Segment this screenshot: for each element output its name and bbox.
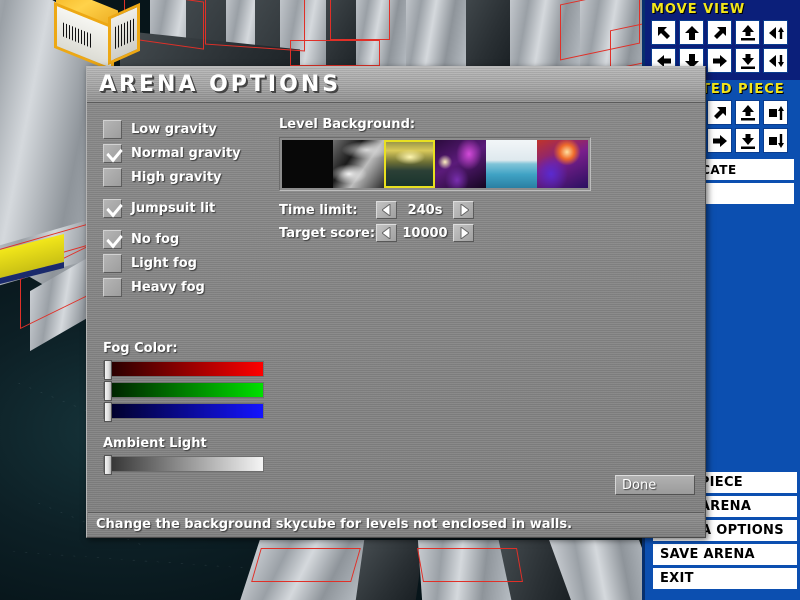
dialog-titlebar: ARENA OPTIONS — [87, 67, 705, 103]
color-sliders-section: Fog Color: Ambient Light — [103, 341, 403, 475]
checkbox-low-gravity[interactable] — [103, 119, 122, 139]
barcode-icon — [63, 22, 93, 49]
checkbox-row-light-fog[interactable]: Light fog — [103, 251, 303, 275]
checkbox-light-fog[interactable] — [103, 253, 122, 273]
checkbox-label-normal-gravity: Normal gravity — [131, 145, 241, 161]
checkbox-normal-gravity[interactable] — [103, 143, 122, 163]
checkbox-label-high-gravity: High gravity — [131, 169, 222, 185]
move-view-title: MOVE VIEW — [651, 2, 746, 17]
move-view-up-left-button[interactable] — [651, 20, 676, 45]
checkbox-jumpsuit-lit[interactable] — [103, 198, 122, 218]
checkbox-row-jumpsuit-lit[interactable]: Jumpsuit lit — [103, 196, 303, 220]
ambient-light-slider-handle[interactable] — [104, 455, 112, 475]
move-view-rotate-up-button[interactable] — [763, 20, 788, 45]
checkbox-row-normal-gravity[interactable]: Normal gravity — [103, 141, 303, 165]
menu-item-exit[interactable]: EXIT — [653, 568, 797, 589]
time-limit-increase-button[interactable] — [453, 201, 474, 219]
right-arrow-icon — [460, 204, 469, 216]
target-score-decrease-button[interactable] — [376, 224, 397, 242]
barcode-icon — [115, 18, 135, 50]
wireframe-overlay — [330, 0, 390, 40]
move-view-rotate-down-button[interactable] — [763, 48, 788, 73]
game-screen: MOVE VIEW SELECTED PIECE PIECE ARENA ARE… — [0, 0, 800, 600]
piece-right-button[interactable] — [707, 128, 732, 153]
fog-blue-slider[interactable] — [103, 402, 264, 422]
thumbnail-red-planet-skycube[interactable] — [537, 140, 588, 188]
move-view-right-button[interactable] — [707, 48, 732, 73]
wireframe-overlay — [417, 548, 523, 582]
target-score-increase-button[interactable] — [453, 224, 474, 242]
wireframe-overlay — [251, 548, 361, 582]
thumbnail-grey-cloud-skycube[interactable] — [333, 140, 384, 188]
checkbox-no-fog[interactable] — [103, 229, 122, 249]
checkbox-label-no-fog: No fog — [131, 231, 180, 247]
left-arrow-icon — [381, 227, 390, 239]
time-limit-decrease-button[interactable] — [376, 201, 397, 219]
piece-raise-button[interactable] — [735, 100, 760, 125]
target-score-row: Target score: 10000 — [279, 224, 609, 242]
fog-blue-slider-handle[interactable] — [104, 402, 112, 422]
level-background-thumbnail-strip[interactable] — [279, 137, 591, 191]
thumbnail-blue-ocean-skycube[interactable] — [486, 140, 537, 188]
ambient-light-label: Ambient Light — [103, 436, 207, 451]
checkbox-label-heavy-fog: Heavy fog — [131, 279, 205, 295]
fog-red-slider[interactable] — [103, 360, 264, 380]
dialog-status-bar: Change the background skycube for levels… — [88, 512, 704, 536]
right-arrow-icon — [460, 227, 469, 239]
fog-red-slider-handle[interactable] — [104, 360, 112, 380]
fog-green-slider[interactable] — [103, 381, 264, 401]
thumbnail-yellow-sunset-skycube[interactable] — [384, 140, 435, 188]
move-view-up-right-button[interactable] — [707, 20, 732, 45]
piece-up-right-button[interactable] — [707, 100, 732, 125]
move-view-lower-button[interactable] — [735, 48, 760, 73]
piece-lower-button[interactable] — [735, 128, 760, 153]
fog-green-slider-handle[interactable] — [104, 381, 112, 401]
checkbox-row-heavy-fog[interactable]: Heavy fog — [103, 275, 303, 299]
checkbox-high-gravity[interactable] — [103, 167, 122, 187]
target-score-label: Target score: — [279, 225, 376, 241]
menu-item-save-arena[interactable]: SAVE ARENA — [653, 544, 797, 565]
piece-block-down-button[interactable] — [763, 128, 788, 153]
arena-options-dialog: ARENA OPTIONS Low gravity Normal gravity… — [86, 66, 706, 538]
fog-color-label: Fog Color: — [103, 341, 178, 356]
options-checkbox-group: Low gravity Normal gravity High gravity … — [103, 117, 303, 299]
checkbox-label-jumpsuit-lit: Jumpsuit lit — [131, 200, 216, 216]
checkbox-heavy-fog[interactable] — [103, 277, 122, 297]
target-score-value: 10000 — [402, 225, 448, 241]
time-limit-row: Time limit: 240s — [279, 201, 609, 219]
crate-object — [50, 0, 142, 76]
move-view-raise-button[interactable] — [735, 20, 760, 45]
checkbox-row-low-gravity[interactable]: Low gravity — [103, 117, 303, 141]
status-text: Change the background skycube for levels… — [96, 517, 573, 532]
checkbox-label-light-fog: Light fog — [131, 255, 197, 271]
done-button[interactable]: Done — [615, 475, 695, 495]
dialog-title: ARENA OPTIONS — [99, 72, 342, 97]
time-limit-label: Time limit: — [279, 202, 358, 218]
arena-floor — [355, 540, 425, 600]
thumbnail-black-skycube[interactable] — [282, 140, 333, 188]
level-background-label: Level Background: — [279, 117, 416, 132]
wireframe-overlay — [290, 40, 380, 66]
thumbnail-purple-nebula-skycube[interactable] — [435, 140, 486, 188]
ambient-light-slider[interactable] — [103, 455, 264, 475]
checkbox-row-high-gravity[interactable]: High gravity — [103, 165, 303, 189]
left-arrow-icon — [381, 204, 390, 216]
checkbox-row-no-fog[interactable]: No fog — [103, 227, 303, 251]
piece-block-up-button[interactable] — [763, 100, 788, 125]
level-background-section: Level Background: Time limit: 240s Targe… — [279, 117, 609, 242]
time-limit-value: 240s — [407, 202, 443, 218]
checkbox-label-low-gravity: Low gravity — [131, 121, 217, 137]
move-view-up-button[interactable] — [679, 20, 704, 45]
